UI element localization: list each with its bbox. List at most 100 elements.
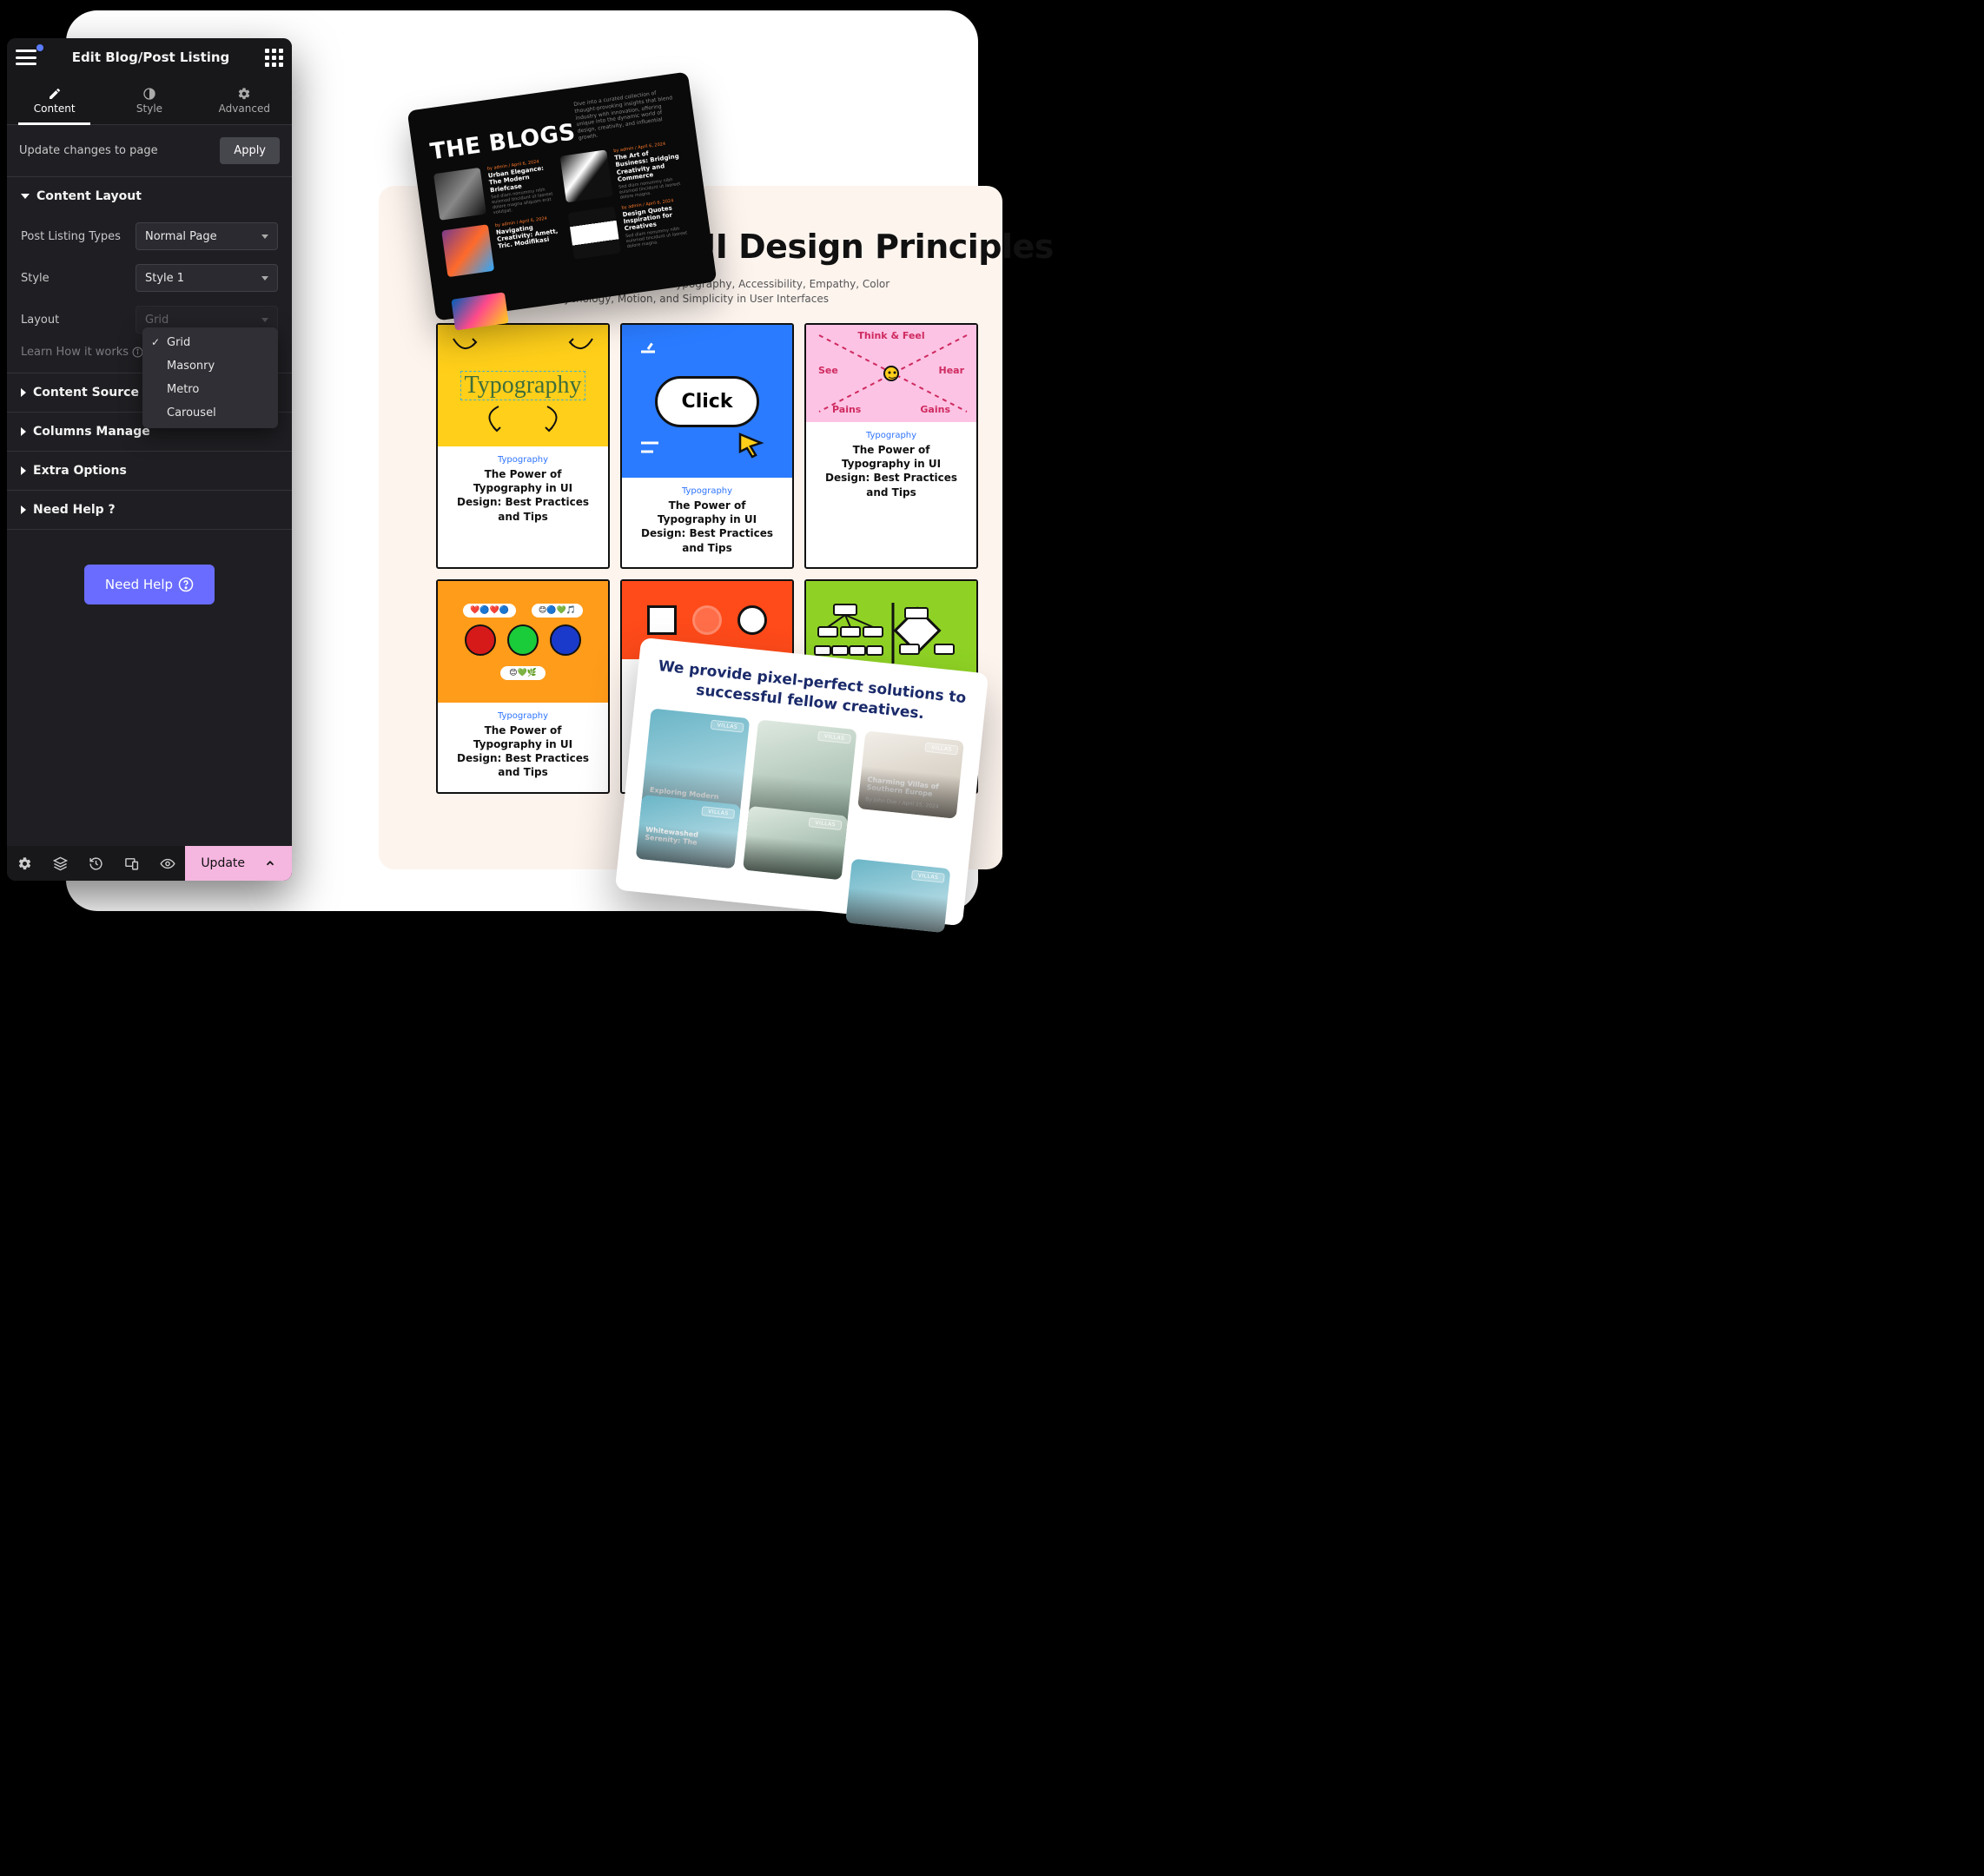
card-title: The Power of Typography in UI Design: Be… — [634, 499, 780, 555]
card-art-click: Click — [622, 325, 792, 478]
dropdown-option[interactable]: Grid — [142, 331, 278, 354]
section-need-help: Need Help ? — [7, 491, 292, 530]
card-art-typography: Typography — [438, 325, 608, 446]
villa-item[interactable]: VILLAS Whitewashed Serenity: The — [636, 795, 741, 869]
preview-card[interactable]: ❤️🔵❤️🔵 😊🔵💚🎵 😊💚🌿 Typography The Power of … — [436, 579, 610, 794]
hamburger-icon[interactable] — [16, 50, 36, 65]
field-post-listing-types: Post Listing Types Normal Page — [7, 215, 292, 257]
card-art-empathy: Think & Feel See Hear Pains Gains — [806, 325, 976, 422]
blog-thumb[interactable] — [568, 206, 621, 259]
section-title: Columns Manage — [33, 425, 150, 439]
tab-style[interactable]: Style — [102, 76, 196, 124]
select-style[interactable]: Style 1 — [136, 264, 278, 292]
preview-icon[interactable] — [149, 846, 185, 881]
tab-label: Content — [34, 102, 76, 115]
select-post-listing-types[interactable]: Normal Page — [136, 222, 278, 250]
cursor-icon — [738, 433, 764, 459]
section-title: Content Layout — [36, 189, 142, 203]
field-style: Style Style 1 — [7, 257, 292, 299]
chevron-down-icon — [261, 318, 268, 322]
editor-panel: Edit Blog/Post Listing Content Style Adv… — [7, 38, 292, 881]
notification-dot — [36, 44, 43, 51]
blog-thumb[interactable] — [441, 224, 494, 277]
empathy-label: Hear — [938, 365, 964, 376]
preview-card[interactable]: Typography Typography The Power of Typog… — [436, 323, 610, 569]
card-title: The Power of Typography in UI Design: Be… — [450, 467, 596, 524]
villa-item[interactable]: VILLAS — [845, 858, 950, 933]
section-title: Extra Options — [33, 464, 127, 478]
blog-post[interactable]: by admin / April 6, 2024 Design Quotes I… — [621, 195, 694, 251]
blog-thumb[interactable] — [560, 149, 613, 202]
blog-post[interactable]: by admin / April 6, 2024 The Art of Busi… — [613, 140, 687, 201]
villas-preview-card: We provide pixel-perfect solutions to su… — [615, 637, 989, 926]
blogs-intro: Dive into a curated collection of though… — [573, 88, 678, 142]
gear-icon — [237, 87, 251, 101]
villa-tag: VILLAS — [711, 720, 744, 733]
blog-thumb[interactable] — [433, 168, 486, 221]
help-icon — [178, 577, 194, 592]
card-category[interactable]: Typography — [450, 711, 596, 721]
chevron-right-icon — [21, 466, 26, 475]
contrast-icon — [142, 87, 156, 101]
layout-dropdown: Grid Masonry Metro Carousel — [142, 327, 278, 428]
empathy-label: Gains — [920, 404, 950, 415]
editor-title: Edit Blog/Post Listing — [72, 50, 230, 65]
blog-post[interactable]: by admin / April 6, 2024 Urban Elegance:… — [486, 157, 560, 218]
dropdown-option[interactable]: Metro — [142, 378, 278, 401]
preview-card[interactable]: Click Typography The Power of Typography… — [620, 323, 794, 569]
field-label: Style — [21, 272, 130, 285]
chevron-right-icon — [21, 388, 26, 397]
chevron-right-icon — [21, 427, 26, 436]
tab-advanced[interactable]: Advanced — [197, 76, 292, 124]
chevron-down-icon — [261, 276, 268, 281]
card-title: The Power of Typography in UI Design: Be… — [818, 443, 964, 499]
villa-tag: VILLAS — [911, 870, 945, 883]
villa-tag: VILLAS — [809, 817, 843, 830]
click-bubble: Click — [655, 376, 760, 427]
card-art-colorpsych: ❤️🔵❤️🔵 😊🔵💚🎵 😊💚🌿 — [438, 581, 608, 703]
villa-tag: VILLAS — [817, 731, 851, 744]
settings-icon[interactable] — [7, 846, 43, 881]
chevron-down-icon — [21, 194, 30, 199]
editor-tabs: Content Style Advanced — [7, 76, 292, 125]
card-category[interactable]: Typography — [634, 486, 780, 496]
apply-button[interactable]: Apply — [220, 137, 280, 164]
blog-post[interactable]: by admin / April 6, 2024 Navigating Crea… — [495, 214, 568, 269]
villa-item[interactable]: VILLAS — [743, 806, 848, 881]
empathy-label: Pains — [832, 404, 861, 415]
dropdown-option[interactable]: Carousel — [142, 401, 278, 425]
apply-row: Update changes to page Apply — [7, 125, 292, 177]
tab-label: Advanced — [219, 102, 270, 115]
need-help-button[interactable]: Need Help — [84, 565, 215, 604]
chevron-up-icon — [264, 857, 276, 869]
section-header[interactable]: Need Help ? — [7, 491, 292, 529]
dropdown-option[interactable]: Masonry — [142, 354, 278, 378]
apply-label: Update changes to page — [19, 144, 158, 157]
villa-tag: VILLAS — [702, 806, 736, 819]
card-category[interactable]: Typography — [450, 455, 596, 465]
chevron-right-icon — [21, 505, 26, 514]
field-label: Layout — [21, 314, 130, 327]
apps-grid-icon[interactable] — [265, 49, 283, 67]
tab-content[interactable]: Content — [7, 76, 102, 124]
history-icon[interactable] — [78, 846, 114, 881]
blogs-preview-card: Dive into a curated collection of though… — [407, 72, 718, 321]
tab-label: Style — [136, 102, 162, 115]
editor-bottombar: Update — [7, 846, 292, 881]
pencil-icon — [48, 87, 62, 101]
card-category[interactable]: Typography — [818, 431, 964, 440]
section-extra-options: Extra Options — [7, 452, 292, 491]
responsive-icon[interactable] — [114, 846, 149, 881]
empathy-label: See — [818, 365, 838, 376]
section-header[interactable]: Extra Options — [7, 452, 292, 490]
empathy-label: Think & Feel — [857, 330, 924, 341]
card-title: The Power of Typography in UI Design: Be… — [450, 723, 596, 780]
preview-card[interactable]: Think & Feel See Hear Pains Gains Typogr… — [804, 323, 978, 569]
villa-item[interactable]: VILLAS Charming Villas of Southern Europ… — [857, 730, 964, 818]
field-label: Post Listing Types — [21, 230, 130, 243]
villa-tag: VILLAS — [925, 743, 959, 756]
section-header[interactable]: Content Layout — [7, 177, 292, 215]
update-button[interactable]: Update — [185, 846, 292, 881]
layers-icon[interactable] — [43, 846, 78, 881]
section-title: Need Help ? — [33, 503, 116, 517]
